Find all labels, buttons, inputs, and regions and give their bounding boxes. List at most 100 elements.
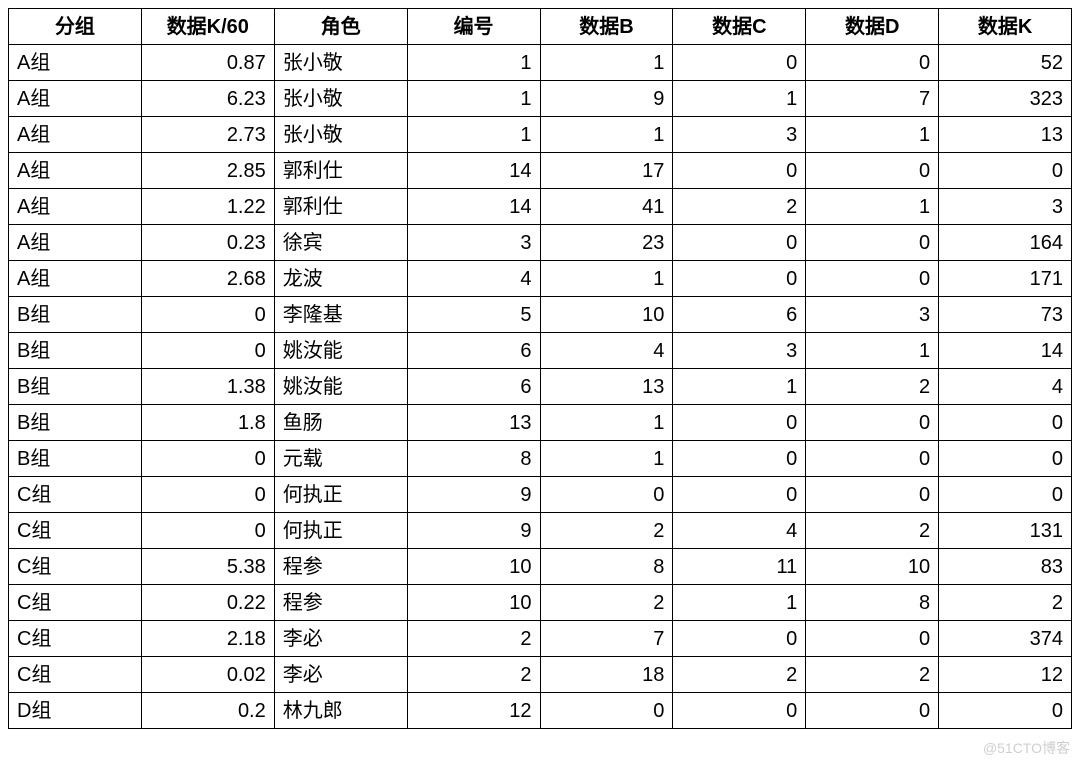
cell-k: 73 [939, 297, 1072, 333]
table-row: B组0姚汝能643114 [9, 333, 1072, 369]
cell-b: 17 [540, 153, 673, 189]
cell-num: 12 [407, 693, 540, 729]
cell-group: A组 [9, 189, 142, 225]
table-row: A组0.87张小敬110052 [9, 45, 1072, 81]
cell-c: 0 [673, 153, 806, 189]
cell-d: 0 [806, 477, 939, 513]
table-row: C组0何执正90000 [9, 477, 1072, 513]
cell-group: D组 [9, 693, 142, 729]
cell-num: 5 [407, 297, 540, 333]
cell-group: C组 [9, 657, 142, 693]
cell-d: 1 [806, 333, 939, 369]
cell-role: 李隆基 [274, 297, 407, 333]
table-row: A组1.22郭利仕1441213 [9, 189, 1072, 225]
header-group: 分组 [9, 9, 142, 45]
cell-role: 张小敬 [274, 117, 407, 153]
cell-num: 2 [407, 657, 540, 693]
cell-k: 0 [939, 693, 1072, 729]
cell-group: A组 [9, 81, 142, 117]
cell-group: A组 [9, 261, 142, 297]
cell-role: 郭利仕 [274, 189, 407, 225]
cell-role: 程参 [274, 549, 407, 585]
cell-k60: 1.8 [141, 405, 274, 441]
cell-k60: 1.38 [141, 369, 274, 405]
cell-d: 2 [806, 369, 939, 405]
cell-group: C组 [9, 621, 142, 657]
cell-role: 张小敬 [274, 81, 407, 117]
cell-k: 14 [939, 333, 1072, 369]
cell-k60: 0.22 [141, 585, 274, 621]
header-c: 数据C [673, 9, 806, 45]
cell-role: 张小敬 [274, 45, 407, 81]
cell-c: 0 [673, 45, 806, 81]
cell-k60: 0.02 [141, 657, 274, 693]
cell-c: 0 [673, 225, 806, 261]
cell-b: 2 [540, 513, 673, 549]
table-row: A组6.23张小敬1917323 [9, 81, 1072, 117]
cell-k: 0 [939, 405, 1072, 441]
cell-num: 9 [407, 513, 540, 549]
cell-group: B组 [9, 441, 142, 477]
header-num: 编号 [407, 9, 540, 45]
table-row: C组2.18李必2700374 [9, 621, 1072, 657]
cell-c: 11 [673, 549, 806, 585]
cell-num: 10 [407, 585, 540, 621]
cell-k: 52 [939, 45, 1072, 81]
cell-k60: 2.68 [141, 261, 274, 297]
cell-num: 14 [407, 189, 540, 225]
cell-b: 1 [540, 45, 673, 81]
data-table: 分组 数据K/60 角色 编号 数据B 数据C 数据D 数据K A组0.87张小… [8, 8, 1072, 729]
table-row: B组1.38姚汝能613124 [9, 369, 1072, 405]
table-row: C组0.02李必2182212 [9, 657, 1072, 693]
cell-k60: 2.18 [141, 621, 274, 657]
header-k: 数据K [939, 9, 1072, 45]
cell-k60: 0.87 [141, 45, 274, 81]
cell-num: 3 [407, 225, 540, 261]
cell-group: C组 [9, 549, 142, 585]
cell-k: 2 [939, 585, 1072, 621]
cell-b: 23 [540, 225, 673, 261]
cell-c: 1 [673, 369, 806, 405]
cell-k60: 0 [141, 513, 274, 549]
cell-num: 13 [407, 405, 540, 441]
cell-d: 7 [806, 81, 939, 117]
cell-c: 6 [673, 297, 806, 333]
cell-b: 9 [540, 81, 673, 117]
cell-b: 0 [540, 693, 673, 729]
cell-d: 1 [806, 117, 939, 153]
cell-d: 1 [806, 189, 939, 225]
cell-d: 0 [806, 405, 939, 441]
cell-d: 0 [806, 441, 939, 477]
cell-role: 郭利仕 [274, 153, 407, 189]
table-row: B组1.8鱼肠131000 [9, 405, 1072, 441]
header-d: 数据D [806, 9, 939, 45]
table-row: D组0.2林九郎120000 [9, 693, 1072, 729]
cell-c: 0 [673, 441, 806, 477]
cell-k: 0 [939, 441, 1072, 477]
cell-d: 2 [806, 657, 939, 693]
cell-num: 2 [407, 621, 540, 657]
header-b: 数据B [540, 9, 673, 45]
cell-group: B组 [9, 405, 142, 441]
table-header: 分组 数据K/60 角色 编号 数据B 数据C 数据D 数据K [9, 9, 1072, 45]
cell-b: 4 [540, 333, 673, 369]
cell-c: 0 [673, 621, 806, 657]
cell-role: 徐宾 [274, 225, 407, 261]
cell-group: B组 [9, 297, 142, 333]
cell-d: 10 [806, 549, 939, 585]
cell-d: 0 [806, 621, 939, 657]
cell-d: 0 [806, 693, 939, 729]
watermark-text: @51CTO博客 [983, 738, 1070, 758]
table-row: B组0李隆基5106373 [9, 297, 1072, 333]
cell-k60: 0.2 [141, 693, 274, 729]
cell-k: 374 [939, 621, 1072, 657]
cell-num: 6 [407, 369, 540, 405]
cell-k60: 0 [141, 441, 274, 477]
cell-group: B组 [9, 369, 142, 405]
cell-d: 2 [806, 513, 939, 549]
cell-d: 0 [806, 153, 939, 189]
table-row: A组2.85郭利仕1417000 [9, 153, 1072, 189]
cell-b: 18 [540, 657, 673, 693]
cell-role: 元载 [274, 441, 407, 477]
cell-role: 程参 [274, 585, 407, 621]
